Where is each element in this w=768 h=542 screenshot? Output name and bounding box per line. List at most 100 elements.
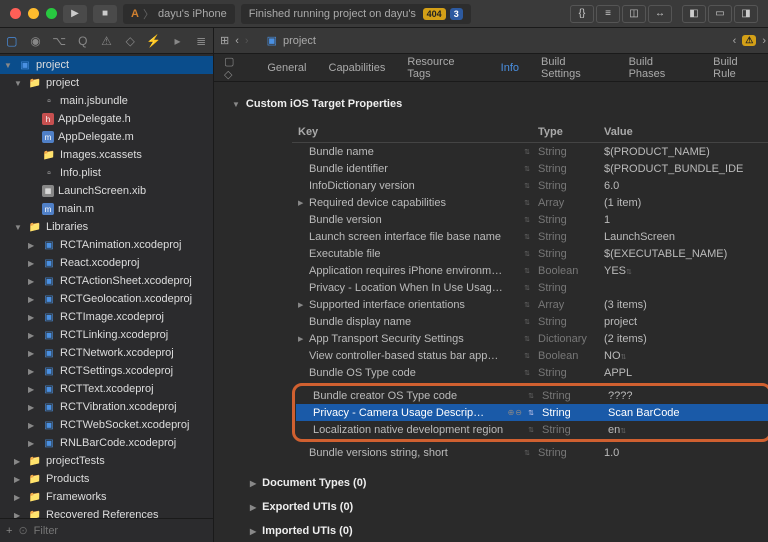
stepper-icon[interactable]: ⇅ <box>522 449 532 457</box>
plist-row[interactable]: Launch screen interface file base name⇅ … <box>292 228 768 245</box>
breadcrumb[interactable]: project <box>283 35 316 47</box>
plist-value[interactable]: YES⇅ <box>598 265 768 277</box>
filter-input[interactable] <box>34 525 207 537</box>
stop-button[interactable]: ■ <box>93 5 117 23</box>
tree-item[interactable]: ▶▣React.xcodeproj <box>0 254 213 272</box>
stepper-icon[interactable]: ⇅ <box>522 318 532 326</box>
tree-item[interactable]: ▶▣RCTNetwork.xcodeproj <box>0 344 213 362</box>
plist-row[interactable]: View controller-based status bar app…⇅ B… <box>292 347 768 364</box>
prev-issue-button[interactable]: ‹ <box>733 35 737 47</box>
tree-group[interactable]: ▶📁Products <box>0 470 213 488</box>
stepper-icon[interactable]: ⇅ <box>522 352 532 360</box>
related-items-button[interactable]: ⊞ <box>220 34 229 47</box>
tree-item[interactable]: ▶▣RNLBarCode.xcodeproj <box>0 434 213 452</box>
tree-group[interactable]: ▶📁Recovered References <box>0 506 213 518</box>
scheme-selector[interactable]: A 〉 dayu's iPhone <box>123 4 235 24</box>
tree-item[interactable]: ▶▣RCTText.xcodeproj <box>0 380 213 398</box>
toggle-navigator-button[interactable]: ◧ <box>682 5 706 23</box>
tab-build-settings[interactable]: Build Settings <box>541 56 607 80</box>
next-issue-button[interactable]: › <box>762 35 766 47</box>
plist-row[interactable]: Privacy - Camera Usage Descrip…⊕⊖⇅ Strin… <box>296 404 768 421</box>
plist-value[interactable]: Scan BarCode <box>602 407 768 419</box>
tree-item[interactable]: ▶▣RCTAnimation.xcodeproj <box>0 236 213 254</box>
stepper-icon[interactable]: ⇅ <box>526 409 536 417</box>
exported-utis-header[interactable]: ▶Exported UTIs (0) <box>232 495 768 519</box>
plist-row[interactable]: Privacy - Location When In Use Usag…⇅ St… <box>292 279 768 296</box>
tree-group[interactable]: ▶📁Frameworks <box>0 488 213 506</box>
zoom-window-button[interactable] <box>46 8 57 19</box>
stepper-icon[interactable]: ⇅ <box>522 233 532 241</box>
plist-row[interactable]: ▶App Transport Security Settings⇅ Dictio… <box>292 330 768 347</box>
plist-row[interactable]: InfoDictionary version⇅ String 6.0 <box>292 177 768 194</box>
plist-value[interactable]: $(EXECUTABLE_NAME) <box>598 248 768 260</box>
editor-version-button[interactable]: ↔ <box>648 5 672 23</box>
project-root[interactable]: ▼▣project <box>0 56 213 74</box>
plist-row[interactable]: Bundle version⇅ String 1 <box>292 211 768 228</box>
tree-item[interactable]: ▶▣RCTWebSocket.xcodeproj <box>0 416 213 434</box>
document-types-header[interactable]: ▶Document Types (0) <box>232 471 768 495</box>
stepper-icon[interactable]: ⇅ <box>522 182 532 190</box>
plist-value[interactable]: (1 item) <box>598 197 768 209</box>
tree-item[interactable]: ▫main.jsbundle <box>0 92 213 110</box>
plist-row[interactable]: Localization native development region⇅ … <box>296 421 768 438</box>
tab-info[interactable]: Info <box>501 62 519 74</box>
tree-item[interactable]: ▫Info.plist <box>0 164 213 182</box>
stepper-icon[interactable]: ⇅ <box>626 269 632 276</box>
file-tree[interactable]: ▼▣project▼📁project▫main.jsbundlehAppDele… <box>0 54 213 518</box>
plist-table[interactable]: Key Type Value Bundle name⇅ String $(PRO… <box>292 122 768 461</box>
custom-target-properties-header[interactable]: ▼ Custom iOS Target Properties <box>232 92 768 116</box>
plist-row[interactable]: Bundle versions string, short⇅ String 1.… <box>292 444 768 461</box>
close-window-button[interactable] <box>10 8 21 19</box>
plist-row[interactable]: Application requires iPhone environm…⇅ B… <box>292 262 768 279</box>
info-badge[interactable]: 3 <box>450 8 463 20</box>
source-control-tab[interactable]: ◉ <box>28 34 44 48</box>
tree-item[interactable]: ▶▣RCTVibration.xcodeproj <box>0 398 213 416</box>
plist-value[interactable]: 1 <box>598 214 768 226</box>
jump-bar[interactable]: ⊞ ‹ › ▣ project ‹ ⚠ › <box>214 28 768 54</box>
tree-item[interactable]: ▶▣RCTSettings.xcodeproj <box>0 362 213 380</box>
target-popup[interactable]: ▢ ◇ <box>224 55 245 81</box>
plist-value[interactable]: 6.0 <box>598 180 768 192</box>
tree-item[interactable]: ▶▣RCTImage.xcodeproj <box>0 308 213 326</box>
editor-standard-button[interactable]: ≡ <box>596 5 620 23</box>
stepper-icon[interactable]: ⇅ <box>522 267 532 275</box>
tab-general[interactable]: General <box>267 62 306 74</box>
toggle-inspector-button[interactable]: ◨ <box>734 5 758 23</box>
plist-row[interactable]: Bundle identifier⇅ String $(PRODUCT_BUND… <box>292 160 768 177</box>
stepper-icon[interactable]: ⇅ <box>620 428 626 435</box>
tab-capabilities[interactable]: Capabilities <box>329 62 386 74</box>
code-review-button[interactable]: {} <box>570 5 594 23</box>
tree-item[interactable]: hAppDelegate.h <box>0 110 213 128</box>
stepper-icon[interactable]: ⇅ <box>522 148 532 156</box>
plist-row[interactable]: ▶Required device capabilities⇅ Array (1 … <box>292 194 768 211</box>
plist-row[interactable]: Bundle OS Type code⇅ String APPL <box>292 364 768 381</box>
plist-row[interactable]: Bundle display name⇅ String project <box>292 313 768 330</box>
debug-navigator-tab[interactable]: ⚡ <box>146 34 162 48</box>
tree-group[interactable]: ▶📁projectTests <box>0 452 213 470</box>
jump-warning-icon[interactable]: ⚠ <box>742 35 756 46</box>
tab-resource-tags[interactable]: Resource Tags <box>407 56 478 80</box>
plus-minus-icons[interactable]: ⊕⊖ <box>508 408 523 417</box>
report-navigator-tab[interactable]: ≣ <box>193 34 209 48</box>
plist-value[interactable]: APPL <box>598 367 768 379</box>
tree-item[interactable]: ▦LaunchScreen.xib <box>0 182 213 200</box>
forward-button[interactable]: › <box>245 35 249 47</box>
add-button[interactable]: + <box>6 525 12 537</box>
tree-item[interactable]: 📁Images.xcassets <box>0 146 213 164</box>
stepper-icon[interactable]: ⇅ <box>526 426 536 434</box>
imported-utis-header[interactable]: ▶Imported UTIs (0) <box>232 519 768 542</box>
plist-value[interactable]: ???? <box>602 390 768 402</box>
plist-value[interactable]: 1.0 <box>598 447 768 459</box>
plist-row[interactable]: ▶Supported interface orientations⇅ Array… <box>292 296 768 313</box>
stepper-icon[interactable]: ⇅ <box>522 335 532 343</box>
tree-item[interactable]: ▶▣RCTLinking.xcodeproj <box>0 326 213 344</box>
warning-badge[interactable]: 404 <box>423 8 446 20</box>
tree-group[interactable]: ▼📁project <box>0 74 213 92</box>
stepper-icon[interactable]: ⇅ <box>526 392 536 400</box>
stepper-icon[interactable]: ⇅ <box>522 216 532 224</box>
plist-value[interactable]: project <box>598 316 768 328</box>
tree-group[interactable]: ▼📁Libraries <box>0 218 213 236</box>
find-navigator-tab[interactable]: Q <box>75 34 91 48</box>
stepper-icon[interactable]: ⇅ <box>522 165 532 173</box>
tree-item[interactable]: mmain.m <box>0 200 213 218</box>
